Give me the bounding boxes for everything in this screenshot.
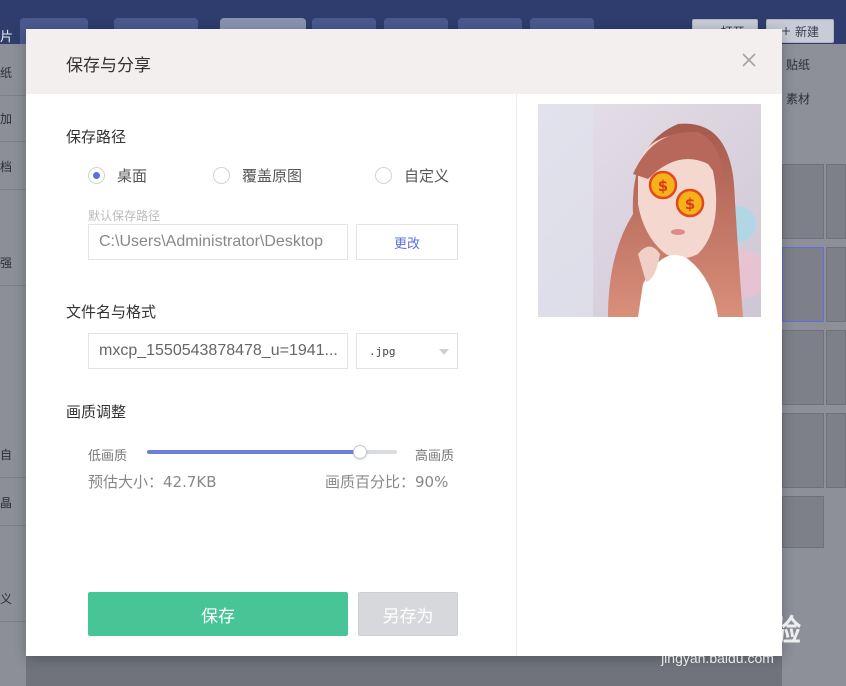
- sticker-thumbnail[interactable]: [826, 164, 846, 239]
- sticker-thumbnail[interactable]: [782, 413, 824, 488]
- sticker-thumbnail[interactable]: [782, 164, 824, 239]
- save-as-button[interactable]: 另存为: [358, 592, 458, 636]
- sidebar-item[interactable]: 加: [0, 96, 26, 142]
- svg-text:$: $: [685, 195, 695, 213]
- sidebar-item[interactable]: 纸: [0, 50, 26, 96]
- sticker-thumbnail[interactable]: [782, 330, 824, 405]
- low-quality-label: 低画质: [88, 449, 128, 464]
- format-select[interactable]: .jpg: [356, 333, 458, 369]
- chevron-down-icon: [439, 349, 449, 355]
- plus-icon: +: [780, 24, 792, 38]
- watermark-logo: Bai du 经验: [632, 615, 802, 648]
- sticker-thumbnail[interactable]: [826, 330, 846, 405]
- estimated-size: 预估大小：42.7KB: [88, 473, 217, 491]
- save-share-dialog: 保存与分享 保存路径 桌面 覆盖原图 自定义 默认保存路径 更改 文件名与格式 …: [26, 29, 782, 656]
- sidebar-item[interactable]: 自: [0, 432, 26, 478]
- radio-desktop-circle[interactable]: [88, 166, 105, 184]
- save-path-title: 保存路径: [66, 128, 127, 146]
- file-name-input[interactable]: [88, 333, 348, 369]
- radio-custom-label: 自定义: [404, 166, 450, 185]
- sidebar-item[interactable]: 强: [0, 240, 26, 286]
- sidebar-item[interactable]: 档: [0, 144, 26, 190]
- high-quality-label: 高画质: [415, 449, 455, 464]
- quality-slider[interactable]: [147, 445, 397, 459]
- sticker-thumbnail[interactable]: [826, 413, 846, 488]
- sticker-thumbnail-selected[interactable]: [782, 247, 824, 322]
- portrait-photo: $ $: [538, 104, 761, 317]
- radio-overwrite-circle[interactable]: [213, 166, 230, 184]
- quality-percent: 画质百分比：90%: [325, 473, 449, 491]
- format-select-value: .jpg: [369, 344, 396, 358]
- save-button[interactable]: 保存: [88, 592, 348, 636]
- sticker-thumbnail[interactable]: [826, 247, 846, 322]
- quality-title: 画质调整: [66, 403, 127, 421]
- default-path-hint: 默认保存路径: [88, 209, 161, 223]
- sticker-panel-title: 贴纸: [786, 58, 811, 72]
- radio-custom[interactable]: 自定义: [375, 165, 449, 185]
- quality-slider-handle[interactable]: [352, 445, 367, 459]
- svg-text:$: $: [658, 177, 668, 195]
- dialog-title: 保存与分享: [66, 56, 151, 76]
- sticker-tab-material[interactable]: 素材: [786, 90, 810, 107]
- dialog-header: 保存与分享: [26, 29, 782, 94]
- app-left-sidebar: 纸 加 档 强 自 晶 义: [0, 44, 26, 686]
- sticker-thumbnail[interactable]: [782, 496, 824, 548]
- radio-desktop[interactable]: 桌面: [88, 165, 147, 185]
- close-icon[interactable]: [740, 51, 758, 69]
- radio-desktop-label: 桌面: [117, 166, 148, 185]
- app-tab-label: 片: [0, 30, 14, 45]
- sidebar-item[interactable]: 义: [0, 576, 26, 622]
- change-path-button[interactable]: 更改: [356, 224, 458, 260]
- watermark-url: jingyan.baidu.com: [661, 650, 774, 666]
- dialog-divider: [516, 94, 517, 656]
- image-preview: $ $: [538, 104, 761, 317]
- sidebar-item[interactable]: 晶: [0, 480, 26, 526]
- radio-overwrite-label: 覆盖原图: [242, 166, 303, 185]
- radio-overwrite[interactable]: 覆盖原图: [213, 165, 302, 185]
- radio-custom-circle[interactable]: [375, 166, 392, 184]
- app-sticker-panel: 贴纸 素材: [782, 44, 846, 686]
- quality-slider-fill: [147, 450, 360, 454]
- file-name-format-title: 文件名与格式: [66, 303, 157, 321]
- baidu-jingyan-watermark: Bai du 经验 jingyan.baidu.com: [633, 606, 802, 666]
- save-path-input[interactable]: [88, 224, 348, 260]
